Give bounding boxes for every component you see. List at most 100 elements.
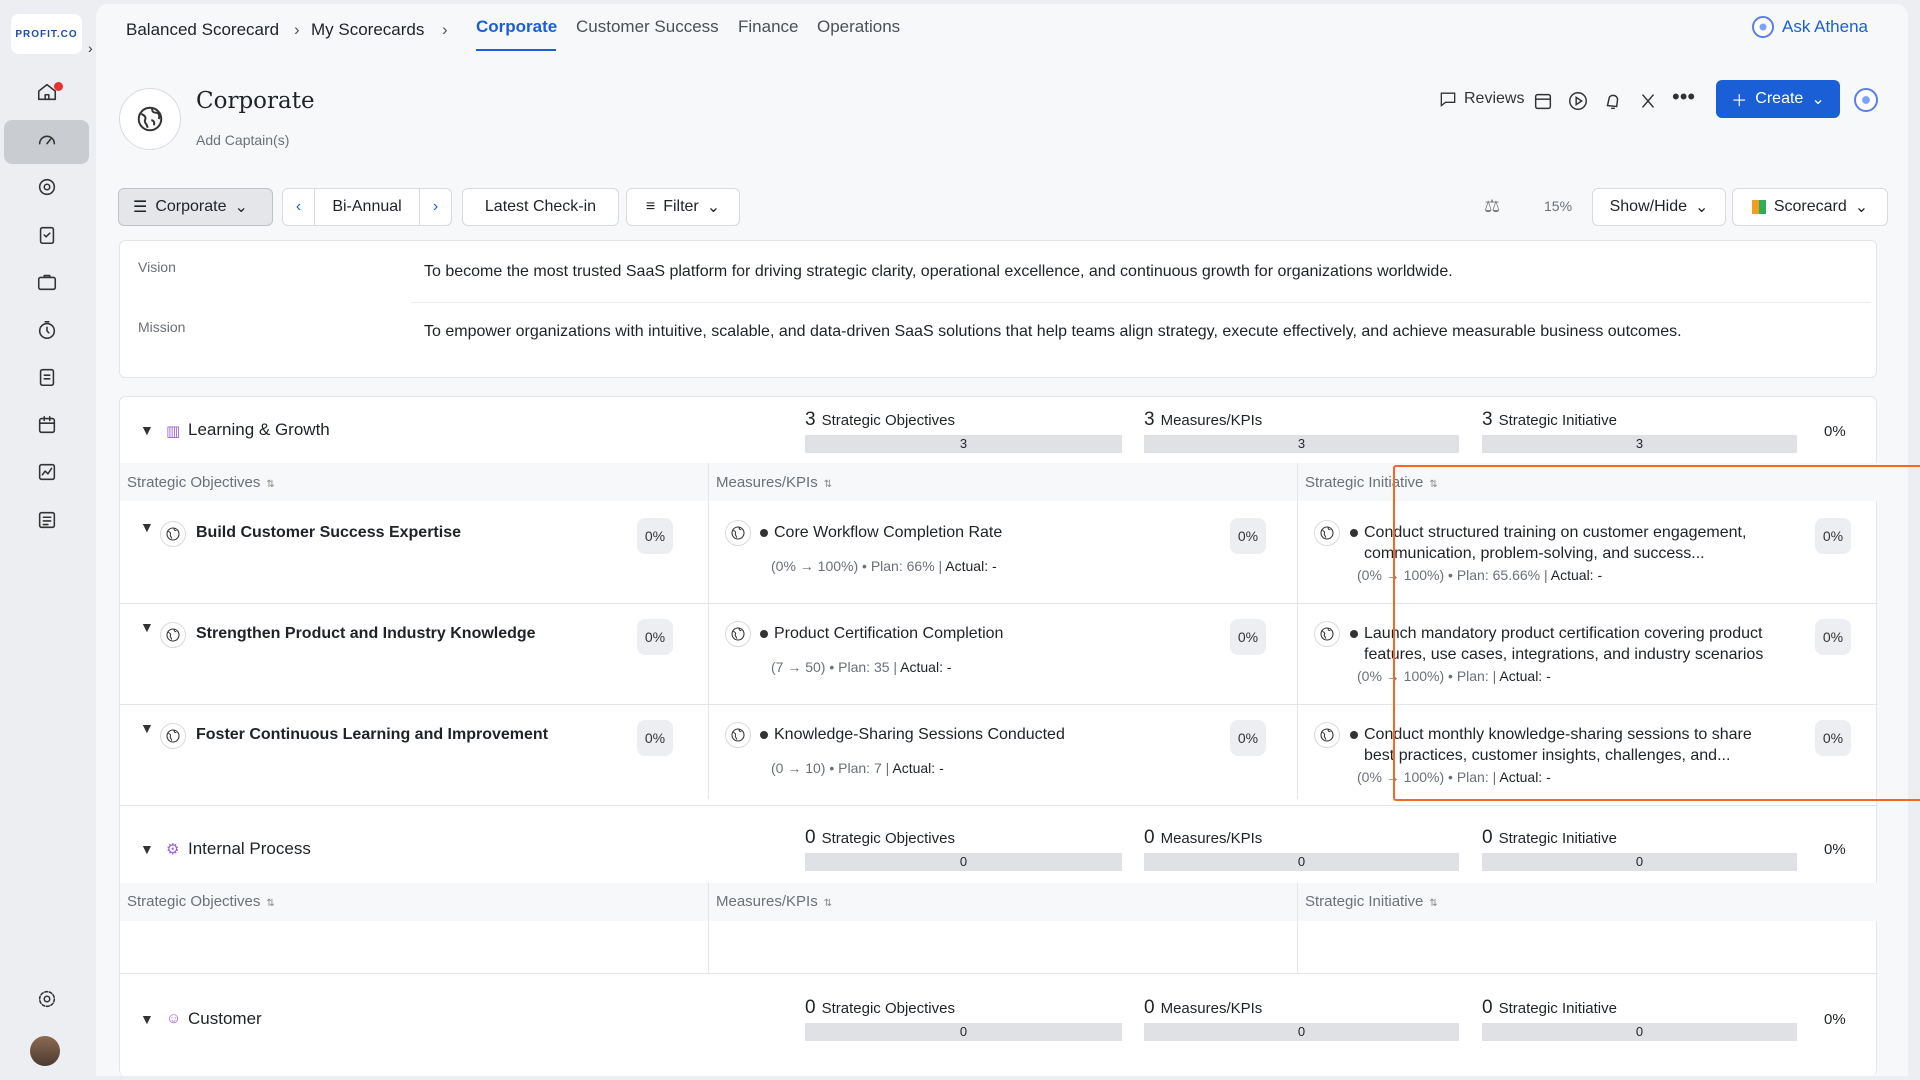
chart-icon[interactable]: [29, 454, 65, 490]
user-avatar[interactable]: [30, 1036, 60, 1066]
globe-icon: [160, 622, 186, 648]
so-count: 3 Strategic Objectives: [805, 409, 955, 431]
globe-icon: [160, 521, 186, 547]
objective-name[interactable]: Build Customer Success Expertise: [196, 524, 461, 542]
collapse-section-icon[interactable]: ▼: [140, 841, 154, 857]
so-count: 0 Strategic Objectives: [805, 997, 955, 1019]
settings-icon[interactable]: [29, 981, 65, 1017]
tab-finance[interactable]: Finance: [738, 17, 798, 37]
task-icon[interactable]: [29, 217, 65, 253]
breadcrumb-separator: ›: [294, 20, 300, 39]
kpi-meta: (7 → 50) • Plan: 35 | Actual: -: [771, 659, 952, 675]
timer-icon[interactable]: [29, 312, 65, 348]
section-title[interactable]: Learning & Growth: [188, 420, 330, 440]
kpi-actual: Actual: -: [900, 659, 952, 675]
column-header-kpi[interactable]: Measures/KPIs ⇅: [716, 893, 832, 910]
kpi-count-value: 3: [1144, 409, 1155, 430]
sidebar-collapse-icon[interactable]: ›: [88, 40, 93, 56]
breadcrumb-my-scorecards[interactable]: My Scorecards: [311, 20, 424, 40]
prev-period-button[interactable]: ‹: [283, 189, 315, 225]
column-header-so[interactable]: Strategic Objectives ⇅: [127, 474, 275, 491]
reviews-button[interactable]: Reviews: [1430, 84, 1532, 114]
corporate-select[interactable]: ☰ Corporate ⌄: [118, 188, 273, 226]
so-count-value: 0: [805, 997, 816, 1018]
so-count-bar: 3: [805, 435, 1122, 453]
period-selector: ‹ Bi-Annual ›: [282, 188, 452, 226]
row-divider: [120, 973, 1878, 974]
latest-checkin-button[interactable]: Latest Check-in: [462, 188, 619, 226]
briefcase-icon[interactable]: [29, 264, 65, 300]
column-header-so[interactable]: Strategic Objectives ⇅: [127, 893, 275, 910]
collapse-section-icon[interactable]: ▼: [140, 422, 154, 438]
athena-icon[interactable]: [1854, 88, 1878, 112]
tab-underline: [476, 49, 556, 51]
section-progress: 0%: [1824, 423, 1846, 440]
calendar-icon[interactable]: [1532, 90, 1554, 112]
more-icon[interactable]: •••: [1672, 86, 1695, 112]
filter-label: Filter: [663, 198, 699, 215]
kpi-name[interactable]: Knowledge-Sharing Sessions Conducted: [760, 726, 1065, 744]
column-header-row: [120, 883, 1878, 921]
target-icon[interactable]: [29, 169, 65, 205]
expand-row-icon[interactable]: ▼: [140, 619, 154, 635]
home-icon[interactable]: [29, 74, 65, 110]
column-divider: [1297, 883, 1298, 973]
create-button[interactable]: ＋ Create ⌄: [1716, 80, 1840, 118]
show-hide-label: Show/Hide: [1609, 198, 1687, 215]
main-panel: Balanced Scorecard › My Scorecards › Cor…: [96, 4, 1920, 1076]
notification-dot: [54, 82, 63, 91]
so-count: 0 Strategic Objectives: [805, 827, 955, 849]
objective-name[interactable]: Foster Continuous Learning and Improveme…: [196, 726, 548, 744]
filter-button[interactable]: ≡ Filter ⌄: [626, 188, 740, 226]
add-captain-link[interactable]: Add Captain(s): [196, 132, 289, 148]
section-progress: 0%: [1824, 1011, 1846, 1028]
globe-icon: [1314, 621, 1340, 647]
clipboard-icon[interactable]: [29, 359, 65, 395]
globe-icon: [725, 520, 751, 546]
breadcrumb-separator: ›: [442, 20, 448, 39]
calendar-icon[interactable]: [29, 407, 65, 443]
mission-text: To empower organizations with intuitive,…: [424, 323, 1682, 340]
sort-icon[interactable]: ⇅: [1429, 898, 1437, 909]
column-header-si[interactable]: Strategic Initiative ⇅: [1305, 893, 1438, 910]
breadcrumb-balanced-scorecard[interactable]: Balanced Scorecard: [126, 20, 279, 40]
tab-corporate[interactable]: Corporate: [476, 17, 557, 37]
sort-icon[interactable]: ⇅: [824, 479, 832, 490]
expand-row-icon[interactable]: ▼: [140, 720, 154, 736]
expand-row-icon[interactable]: ▼: [140, 519, 154, 535]
objective-name[interactable]: Strengthen Product and Industry Knowledg…: [196, 625, 536, 643]
ask-athena-label: Ask Athena: [1781, 17, 1868, 36]
tab-customer-success[interactable]: Customer Success: [576, 17, 719, 37]
objective-progress: 0%: [637, 619, 673, 655]
view-select[interactable]: Scorecard ⌄: [1732, 188, 1888, 226]
sort-icon[interactable]: ⇅: [824, 898, 832, 909]
section-title[interactable]: Customer: [188, 1009, 262, 1029]
chevron-down-icon: ⌄: [1694, 199, 1709, 216]
collapse-icon[interactable]: [1637, 90, 1659, 112]
tab-operations[interactable]: Operations: [817, 17, 900, 37]
column-divider: [708, 883, 709, 973]
kpi-name[interactable]: Core Workflow Completion Rate: [760, 524, 1002, 542]
sort-icon[interactable]: ⇅: [266, 479, 274, 490]
play-icon[interactable]: [1567, 90, 1589, 112]
kpi-name[interactable]: Product Certification Completion: [760, 625, 1003, 643]
vision-label: Vision: [138, 259, 176, 275]
kpi-count: 0 Measures/KPIs: [1144, 997, 1262, 1019]
scorecard-icon[interactable]: [29, 122, 65, 158]
collapse-section-icon[interactable]: ▼: [140, 1011, 154, 1027]
section-progress: 0%: [1824, 841, 1846, 858]
sort-icon[interactable]: ⇅: [266, 898, 274, 909]
weight-icon[interactable]: ⚖: [1484, 196, 1500, 217]
section-title[interactable]: Internal Process: [188, 839, 311, 859]
ask-athena-button[interactable]: Ask Athena: [1751, 16, 1868, 38]
app-logo[interactable]: PROFIT.CO: [11, 14, 82, 54]
column-header-kpi[interactable]: Measures/KPIs ⇅: [716, 474, 832, 491]
show-hide-button[interactable]: Show/Hide ⌄: [1592, 188, 1726, 226]
checklist-icon[interactable]: [29, 502, 65, 538]
next-period-button[interactable]: ›: [419, 189, 451, 225]
highlight-box: [1393, 465, 1920, 801]
notification-icon[interactable]: [1602, 90, 1624, 112]
si-count: 0 Strategic Initiative: [1482, 997, 1617, 1019]
row-divider: [120, 805, 1878, 806]
kpi-range-plan: (0% → 100%) • Plan: 66% |: [771, 558, 946, 574]
